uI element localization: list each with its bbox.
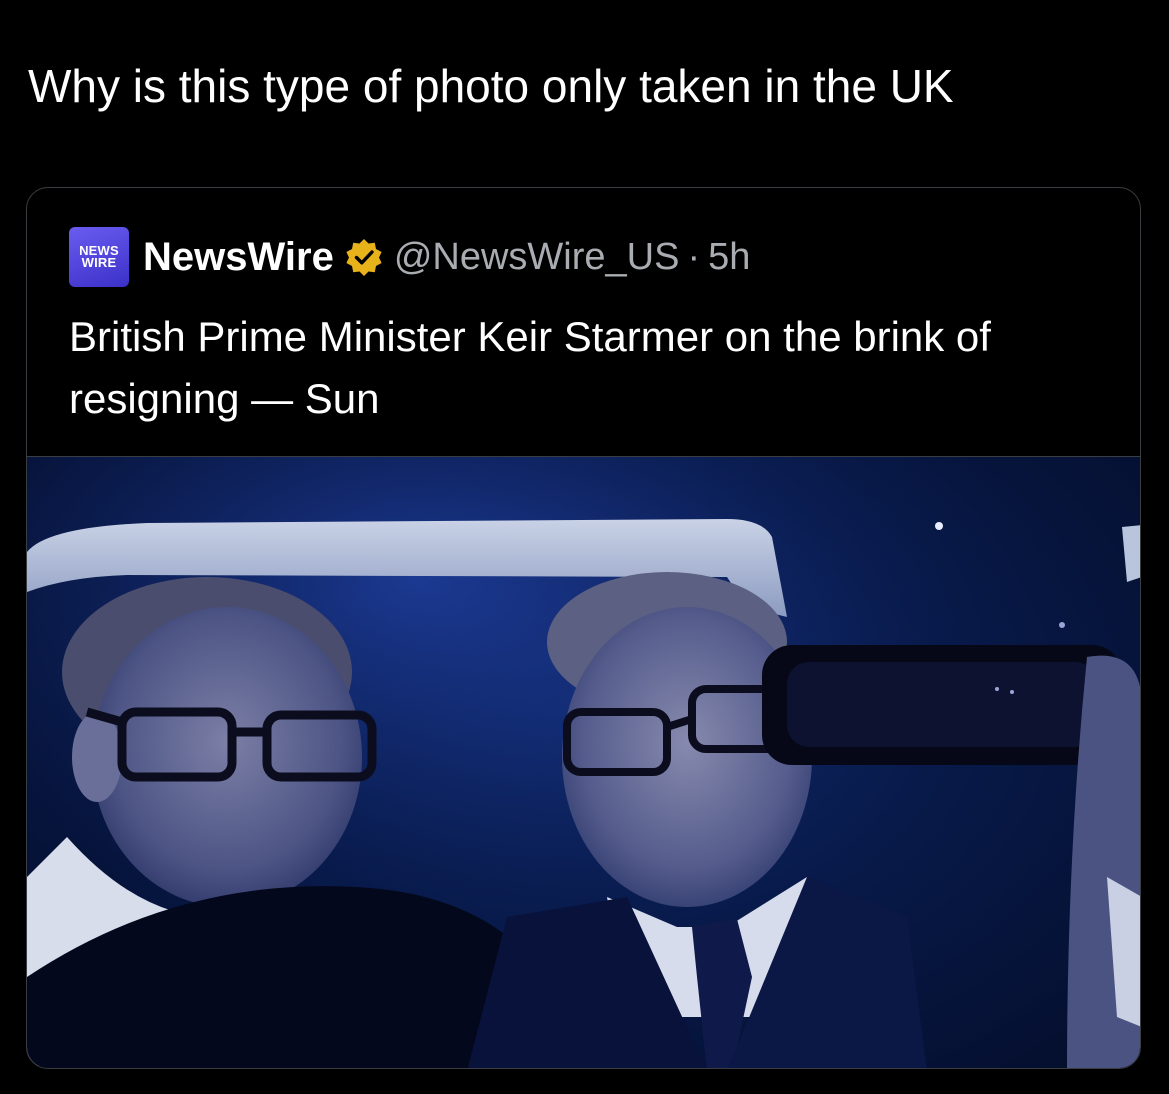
handle[interactable]: @NewsWire_US — [394, 236, 680, 279]
post-text: Why is this type of photo only taken in … — [28, 60, 954, 112]
timestamp[interactable]: 5h — [708, 236, 750, 279]
separator-dot: · — [687, 235, 701, 278]
quoted-post-header: NEWS WIRE NewsWire @NewsWire_US · 5h — [69, 226, 750, 288]
display-name[interactable]: NewsWire — [143, 235, 334, 280]
photo-scene — [27, 457, 1140, 1068]
avatar-line2: WIRE — [81, 255, 117, 270]
quoted-post-photo[interactable] — [27, 456, 1140, 1068]
quoted-post-text: British Prime Minister Keir Starmer on t… — [69, 313, 991, 422]
newswire-avatar[interactable]: NEWS WIRE — [69, 227, 129, 287]
quoted-post-card[interactable]: NEWS WIRE NewsWire @NewsWire_US · 5h Bri… — [26, 187, 1141, 1069]
verified-badge-icon — [344, 237, 384, 277]
